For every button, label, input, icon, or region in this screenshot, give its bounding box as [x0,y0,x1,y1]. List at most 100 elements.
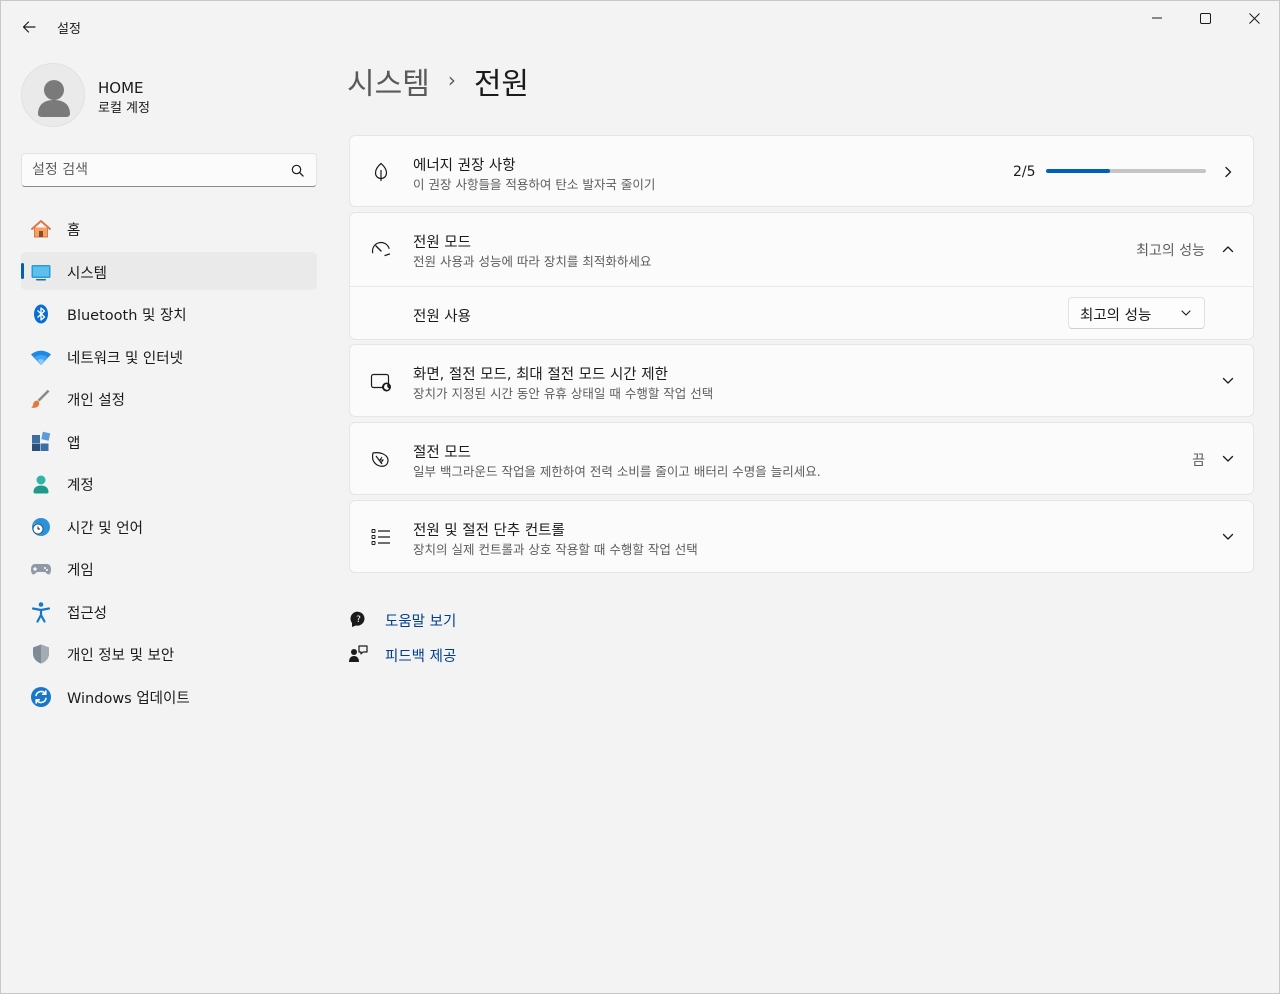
gamepad-icon [30,558,52,580]
close-icon [1248,12,1260,24]
card-description: 장치의 실제 컨트롤과 상호 작용할 때 수행할 작업 선택 [413,542,698,557]
profile-name: HOME [98,79,144,97]
brush-icon [30,388,52,410]
sidebar-item-label: 게임 [67,563,94,579]
help-link[interactable]: ? 도움말 보기 [347,607,456,631]
apps-icon [30,431,52,453]
screen-sleep-timeouts-card[interactable]: 화면, 절전 모드, 최대 절전 모드 시간 제한 장치가 지정된 시간 동안 … [349,344,1254,417]
sidebar-item-system[interactable]: 시스템 [21,251,317,290]
progress-bar-fill [1046,169,1110,173]
sidebar-item-label: 앱 [67,435,81,452]
chevron-up-icon[interactable] [1217,238,1239,260]
app-title: 설정 [57,22,81,37]
feedback-link[interactable]: 피드백 제공 [347,642,456,666]
avatar[interactable] [21,63,85,127]
sidebar-item-label: 개인 설정 [67,393,125,409]
energy-saver-icon [370,448,392,470]
sidebar-item-personalization[interactable]: 개인 설정 [21,379,317,417]
close-button[interactable] [1230,1,1278,35]
chevron-down-icon [1181,310,1191,316]
back-button[interactable] [15,13,43,41]
chevron-down-icon [1217,448,1239,470]
breadcrumb-parent[interactable]: 시스템 [347,59,430,103]
sidebar-item-network[interactable]: 네트워크 및 인터넷 [21,337,317,375]
energy-saver-card[interactable]: 절전 모드 일부 백그라운드 작업을 제한하여 전력 소비를 줄이고 배터리 수… [349,422,1254,495]
maximize-button[interactable] [1181,1,1229,35]
dropdown-selected-value: 최고의 성능 [1080,308,1152,324]
sidebar-item-home[interactable]: 홈 [21,209,317,247]
update-icon [30,686,52,708]
sidebar-nav: 홈 시스템 Bluetooth 및 장치 네트워크 및 인터넷 개인 설정 앱 … [21,209,317,719]
sidebar-item-label: 시스템 [67,265,108,282]
svg-text:?: ? [356,615,361,625]
sidebar-item-time-language[interactable]: 시간 및 언어 [21,507,317,545]
card-description: 일부 백그라운드 작업을 제한하여 전력 소비를 줄이고 배터리 수명을 늘리세… [413,464,821,479]
sidebar-item-label: 계정 [67,478,94,494]
shield-icon [30,643,52,665]
chevron-down-icon [1217,526,1239,548]
search-input[interactable] [32,160,282,180]
power-mode-gauge-icon [370,237,392,259]
sidebar-item-privacy[interactable]: 개인 정보 및 보안 [21,634,317,672]
sidebar-item-label: Bluetooth 및 장치 [67,308,187,324]
sidebar-item-gaming[interactable]: 게임 [21,549,317,587]
bluetooth-icon [30,303,52,325]
power-usage-row: 전원 사용 최고의 성능 [350,287,1253,341]
help-link-text[interactable]: 도움말 보기 [385,610,456,631]
search-box [21,153,317,187]
wifi-icon [30,346,52,368]
card-title: 에너지 권장 사항 [413,158,516,174]
sidebar-item-bluetooth[interactable]: Bluetooth 및 장치 [21,294,317,332]
accessibility-icon [30,601,52,623]
page-title: 전원 [473,67,530,102]
sidebar-item-accessibility[interactable]: 접근성 [21,592,317,630]
power-mode-value: 최고의 성능 [1136,243,1205,259]
minimize-button[interactable] [1133,1,1181,35]
feedback-icon [347,643,369,665]
card-description: 이 권장 사항들을 적용하여 탄소 발자국 줄이기 [413,177,656,192]
maximize-icon [1199,12,1211,24]
screen-sleep-icon [370,371,392,393]
card-title: 절전 모드 [413,445,471,461]
minimize-icon [1152,17,1162,19]
chevron-right-icon [1217,161,1239,183]
account-icon [30,473,52,495]
card-title: 전원 및 절전 단추 컨트롤 [413,523,565,539]
power-mode-dropdown[interactable]: 최고의 성능 [1068,297,1205,329]
sidebar-item-label: 네트워크 및 인터넷 [67,350,183,367]
sidebar-item-label: 홈 [67,223,81,239]
progress-count: 2/5 [1013,164,1036,180]
time-language-icon [30,516,52,538]
back-arrow-icon [22,21,36,33]
search-icon[interactable] [290,163,306,179]
settings-window: 설정 HOME 로컬 계정 설정 검색 홈 시스템 Bluetooth 및 장치… [0,0,1280,994]
power-mode-header[interactable]: 전원 모드 전원 사용과 성능에 따라 장치를 최적화하세요 최고의 성능 [350,213,1253,286]
leaf-icon [370,161,392,183]
profile-account-type: 로컬 계정 [98,101,150,116]
title-bar: 설정 [1,1,1279,49]
list-icon [370,526,392,548]
energy-saver-status: 끔 [1192,453,1205,469]
sidebar-item-label: 개인 정보 및 보안 [67,648,175,664]
card-title: 화면, 절전 모드, 최대 절전 모드 시간 제한 [413,367,668,383]
sidebar-item-windows-update[interactable]: Windows 업데이트 [21,677,317,715]
help-icon: ? [347,608,369,630]
chevron-down-icon [1217,370,1239,392]
progress-bar [1046,169,1206,173]
breadcrumb-separator: › [447,68,456,92]
user-avatar-icon [38,80,70,117]
home-icon [30,218,52,240]
feedback-link-text[interactable]: 피드백 제공 [385,645,456,666]
power-mode-card: 전원 모드 전원 사용과 성능에 따라 장치를 최적화하세요 최고의 성능 전원… [349,212,1254,340]
system-icon [30,261,52,283]
power-button-controls-card[interactable]: 전원 및 절전 단추 컨트롤 장치의 실제 컨트롤과 상호 작용할 때 수행할 … [349,500,1254,573]
card-description: 장치가 지정된 시간 동안 유휴 상태일 때 수행할 작업 선택 [413,386,714,401]
sidebar-item-label: 시간 및 언어 [67,520,143,537]
energy-recommendations-card[interactable]: 에너지 권장 사항 이 권장 사항들을 적용하여 탄소 발자국 줄이기 2/5 [349,135,1254,207]
card-title: 전원 모드 [413,235,471,251]
sidebar-item-accounts[interactable]: 계정 [21,464,317,502]
card-description: 전원 사용과 성능에 따라 장치를 최적화하세요 [413,254,652,269]
sidebar-item-apps[interactable]: 앱 [21,422,317,460]
power-usage-label: 전원 사용 [413,309,471,325]
sidebar-item-label: 접근성 [67,605,108,622]
